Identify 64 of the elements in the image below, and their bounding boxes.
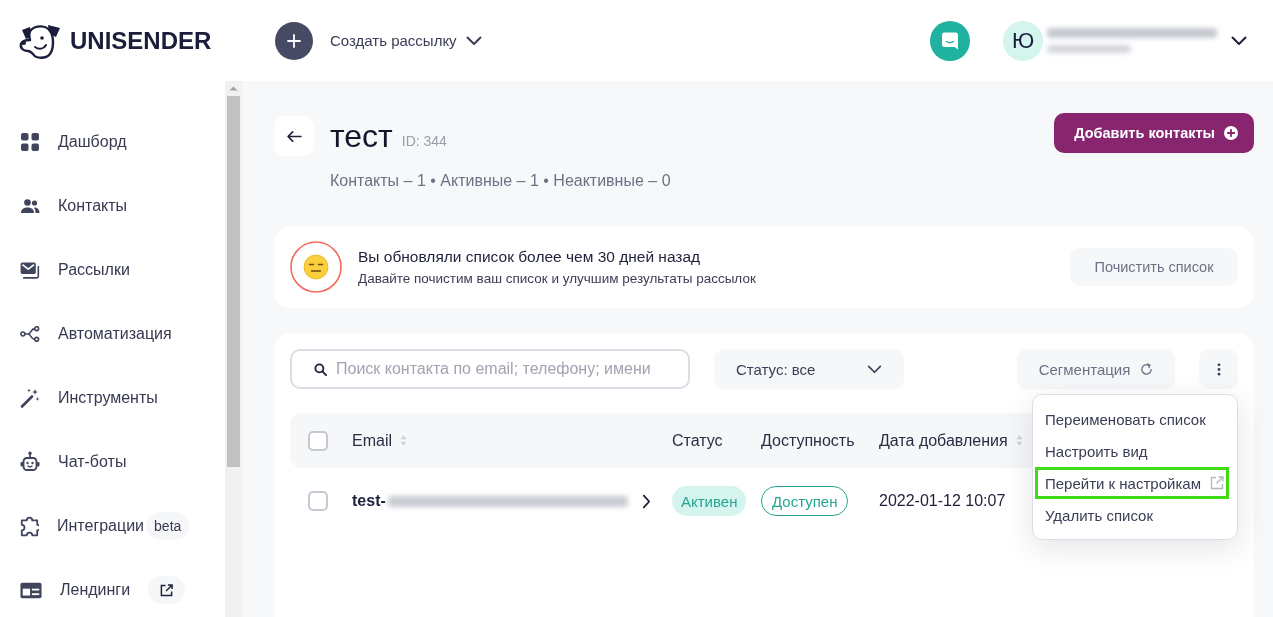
landing-page-icon bbox=[20, 581, 42, 599]
flow-nodes-icon bbox=[20, 326, 40, 342]
status-badge: Активен bbox=[672, 486, 747, 516]
status-filter-dropdown[interactable]: Статус: все bbox=[714, 349, 904, 389]
sidebar-item[interactable]: Интеграции bbox=[20, 515, 145, 537]
list-id: ID: 344 bbox=[401, 133, 447, 149]
chevron-down-icon bbox=[465, 35, 482, 46]
grid-icon bbox=[20, 132, 40, 152]
list-title: тест bbox=[330, 117, 393, 156]
menu-item[interactable]: Настроить вид bbox=[1035, 435, 1229, 467]
create-campaign-button[interactable]: Создать рассылку bbox=[275, 21, 482, 60]
sidebar-item[interactable]: Автоматизация bbox=[20, 325, 172, 343]
search-icon bbox=[314, 363, 327, 376]
scrollbar-thumb[interactable] bbox=[227, 96, 240, 467]
menu-item[interactable]: Перейти к настройкам bbox=[1035, 467, 1229, 499]
refresh-icon bbox=[1140, 362, 1154, 376]
search-field[interactable]: Поиск контакта по email; телефону; имени bbox=[290, 349, 690, 389]
beta-badge: beta bbox=[146, 512, 190, 540]
clean-list-button[interactable]: Почистить список bbox=[1070, 248, 1238, 286]
chevron-right-icon[interactable] bbox=[641, 493, 651, 509]
sidebar-item[interactable]: Чат-боты bbox=[20, 451, 127, 473]
puzzle-icon bbox=[20, 515, 39, 537]
row-checkbox[interactable] bbox=[308, 491, 328, 511]
more-button[interactable] bbox=[1199, 349, 1238, 389]
external-link-icon[interactable] bbox=[148, 576, 186, 604]
chat-icon[interactable] bbox=[930, 20, 970, 61]
sidebar-item[interactable]: Рассылки bbox=[20, 261, 130, 279]
scroll-up-arrow-icon[interactable] bbox=[229, 86, 238, 91]
sort-icon[interactable] bbox=[1015, 434, 1023, 447]
sort-icon[interactable] bbox=[400, 434, 407, 447]
notice-text: Давайте почистим ваш список и улучшим результаты рассылок bbox=[358, 271, 756, 286]
email-text: test- bbox=[352, 492, 386, 510]
back-arrow-icon bbox=[286, 130, 302, 142]
menu-item[interactable]: Переименовать список bbox=[1035, 403, 1229, 435]
external-link-icon bbox=[1210, 476, 1224, 490]
list-stats: Контакты – 1 • Активные – 1 • Неактивные – 0 bbox=[329, 171, 672, 191]
more-icon bbox=[1216, 362, 1221, 376]
segmentation-button[interactable]: Сегментация bbox=[1017, 349, 1175, 389]
envelope-icon bbox=[20, 261, 40, 279]
user-avatar[interactable]: Ю bbox=[1003, 20, 1043, 61]
sidebar-item[interactable]: Лендинги bbox=[20, 581, 131, 599]
sidebar-item[interactable]: Инструменты bbox=[20, 388, 158, 408]
column-header: Доступность bbox=[761, 431, 855, 450]
date-text: 2022-01-12 10:07 bbox=[879, 492, 1006, 510]
scrollbar[interactable] bbox=[225, 81, 242, 617]
column-header[interactable]: Дата добавления bbox=[879, 431, 1008, 450]
menu-item[interactable]: Удалить список bbox=[1035, 499, 1229, 531]
select-all-checkbox[interactable] bbox=[308, 430, 328, 451]
notice-title: Вы обновляли список более чем 30 дней назад bbox=[358, 248, 702, 266]
add-contacts-button[interactable]: Добавить контакты bbox=[1054, 113, 1254, 153]
column-header[interactable]: Email bbox=[352, 431, 392, 450]
plus-circle-icon bbox=[1224, 126, 1238, 140]
column-header: Статус bbox=[672, 431, 723, 450]
chevron-down-icon[interactable] bbox=[1231, 35, 1247, 46]
robot-icon bbox=[20, 451, 40, 473]
chevron-down-icon bbox=[867, 364, 882, 374]
sidebar-item[interactable]: Контакты bbox=[20, 197, 128, 215]
people-icon bbox=[20, 198, 40, 214]
expressionless-face-icon bbox=[290, 241, 342, 293]
magic-wand-icon bbox=[20, 388, 40, 408]
plus-circle-icon bbox=[275, 21, 313, 60]
sidebar-item[interactable]: Дашборд bbox=[20, 132, 127, 152]
logo-text: UNISENDER bbox=[70, 26, 212, 55]
back-button[interactable] bbox=[274, 116, 314, 156]
